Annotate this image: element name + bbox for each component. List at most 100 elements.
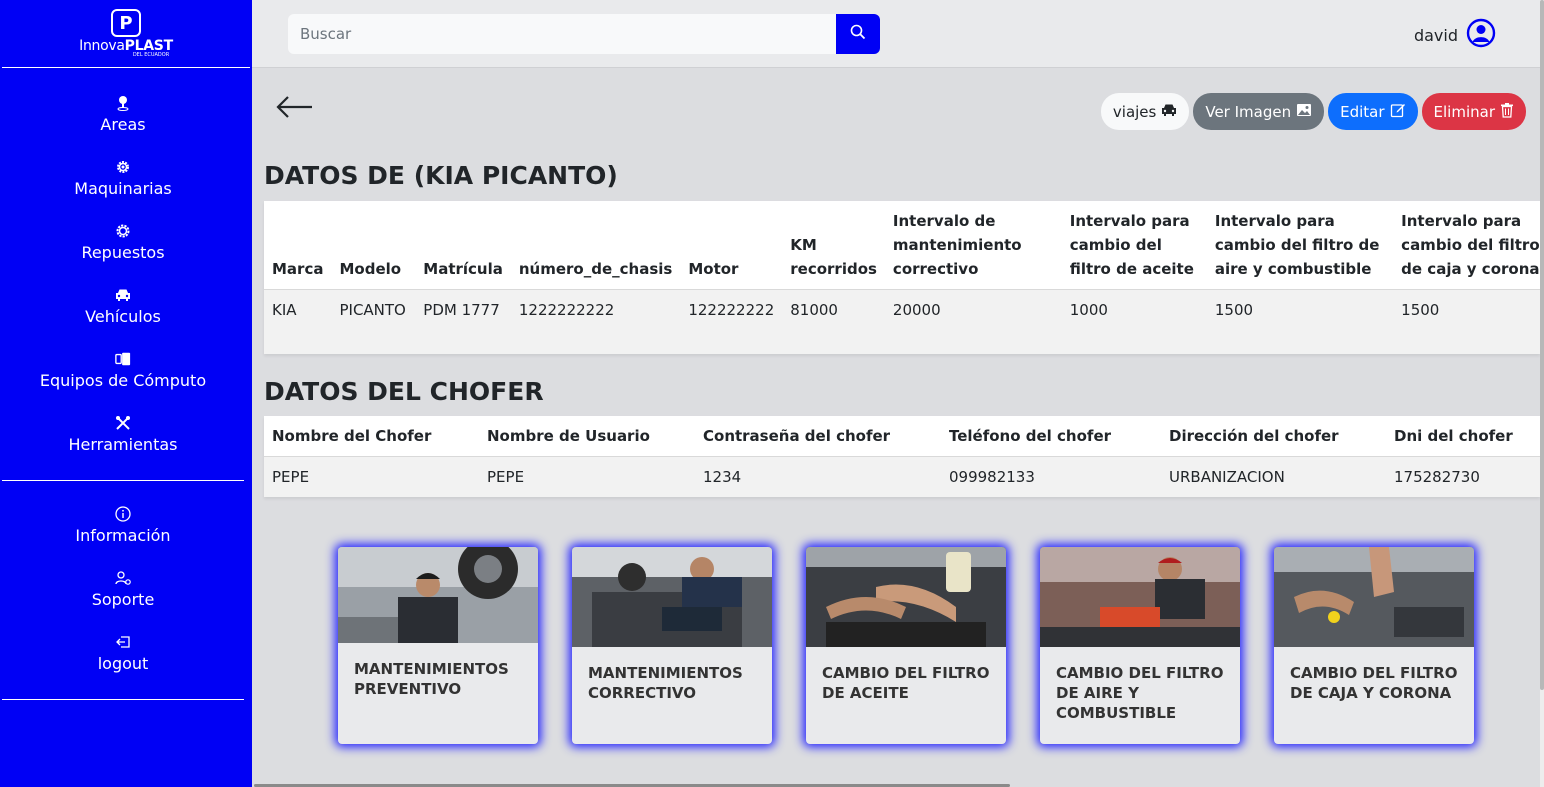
sidebar-item-equipos[interactable]: Equipos de Cómputo [2, 338, 244, 402]
sidebar: P InnovaPLAST DEL ECUADOR Areas Maquinar… [0, 0, 252, 787]
search-input[interactable] [288, 14, 836, 54]
column-header: Dirección del chofer [1169, 427, 1339, 445]
search-button[interactable] [836, 14, 880, 54]
table-cell: PDM 1777 [423, 301, 500, 319]
sidebar-item-label: Vehículos [85, 306, 161, 326]
vehicle-table: Marca Modelo Matrícula número_de_chasis … [264, 201, 1540, 354]
sidebar-item-informacion[interactable]: Información [2, 493, 244, 557]
eliminar-button[interactable]: Eliminar [1421, 93, 1526, 130]
vertical-scrollbar[interactable] [1540, 0, 1544, 690]
card-title: CAMBIO DEL FILTRO DE AIRE Y COMBUSTIBLE [1056, 664, 1224, 722]
table-row: KIA PICANTO PDM 1777 1222222222 12222222… [264, 289, 1540, 330]
table-cell: PEPE [487, 468, 525, 486]
card-cambio-filtro-aceite[interactable]: CAMBIO DEL FILTRO DE ACEITE [806, 547, 1006, 744]
column-header: Marca [272, 260, 324, 278]
column-header: Intervalo para cambio del filtro de acei… [1069, 212, 1194, 278]
eliminar-label: Eliminar [1433, 102, 1495, 121]
card-cambio-filtro-caja[interactable]: CAMBIO DEL FILTRO DE CAJA Y CORONA [1274, 547, 1474, 744]
sidebar-item-herramientas[interactable]: Herramientas [2, 402, 244, 466]
logo[interactable]: P InnovaPLAST DEL ECUADOR [2, 0, 250, 68]
mechanic-photo [338, 547, 538, 643]
table-cell: 175282730 [1394, 468, 1480, 486]
vertical-scrollbar-track [1540, 0, 1544, 787]
table-cell: 1500 [1401, 301, 1440, 319]
column-header: número_de_chasis [518, 260, 673, 278]
search-icon [850, 24, 866, 44]
map-pin-icon [115, 95, 131, 111]
card-mantenimiento-preventivo[interactable]: MANTENIMIENTOS PREVENTIVO [338, 547, 538, 744]
card-cambio-filtro-aire[interactable]: CAMBIO DEL FILTRO DE AIRE Y COMBUSTIBLE [1040, 547, 1240, 744]
table-cell: 1222222222 [518, 301, 615, 319]
table-row: PEPE PEPE 1234 099982133 URBANIZACION 17… [264, 456, 1540, 497]
user-avatar-icon [1466, 18, 1496, 52]
sidebar-item-label: Repuestos [81, 242, 165, 262]
mechanic-photo [1040, 547, 1240, 647]
support-icon [115, 570, 131, 586]
topbar: david [252, 0, 1540, 68]
editar-label: Editar [1340, 102, 1385, 121]
column-header: Teléfono del chofer [949, 427, 1112, 445]
card-title: CAMBIO DEL FILTRO DE ACEITE [822, 664, 990, 702]
column-header: Nombre del Chofer [272, 427, 432, 445]
driver-table: Nombre del Chofer Nombre de Usuario Cont… [264, 416, 1540, 497]
info-icon [115, 505, 131, 522]
column-header: Motor [688, 260, 739, 278]
card-mantenimiento-correctivo[interactable]: MANTENIMIENTOS CORRECTIVO [572, 547, 772, 744]
maintenance-cards: MANTENIMIENTOS PREVENTIVO MANTENIMIENTOS… [338, 547, 1474, 744]
column-header: Contraseña del chofer [703, 427, 891, 445]
sidebar-item-vehiculos[interactable]: Vehículos [2, 274, 244, 338]
main-nav: Areas Maquinarias Repuestos Vehículos Eq… [2, 68, 244, 481]
user-menu[interactable]: david [1414, 18, 1496, 52]
sidebar-item-areas[interactable]: Areas [2, 82, 244, 146]
table-cell: PEPE [272, 468, 310, 486]
secondary-nav: Información Soporte logout [2, 481, 244, 700]
table-cell: 1500 [1214, 301, 1254, 319]
table-cell: 122222222 [688, 301, 775, 319]
car-icon [115, 287, 131, 303]
engine-photo [806, 547, 1006, 647]
gear-icon [115, 159, 131, 175]
sidebar-item-label: Herramientas [68, 434, 178, 454]
table-cell: 81000 [790, 301, 838, 319]
arrow-left-icon [274, 96, 314, 123]
viajes-label: viajes [1112, 102, 1157, 121]
ver-imagen-button[interactable]: Ver Imagen [1193, 93, 1325, 130]
search-bar [288, 14, 880, 54]
table-cell: 20000 [892, 301, 941, 319]
image-icon [1296, 103, 1312, 121]
sidebar-item-label: Información [75, 525, 171, 545]
car-icon [1161, 103, 1177, 121]
table-cell: 1000 [1069, 301, 1108, 319]
sidebar-item-label: logout [97, 653, 149, 673]
main-content: viajes Ver Imagen Editar Eliminar DATOS … [252, 69, 1540, 787]
card-title: MANTENIMIENTOS PREVENTIVO [354, 660, 509, 698]
logout-icon [115, 634, 131, 650]
editar-button[interactable]: Editar [1328, 93, 1418, 130]
table-cell: KIA [272, 301, 297, 319]
back-button[interactable] [274, 95, 314, 119]
viajes-button[interactable]: viajes [1100, 93, 1190, 130]
table-header-row: Marca Modelo Matrícula número_de_chasis … [264, 201, 1540, 290]
sidebar-item-label: Soporte [91, 589, 155, 609]
driver-section-title: DATOS DEL CHOFER [264, 377, 544, 406]
devices-icon [115, 351, 131, 367]
column-header: Nombre de Usuario [487, 427, 650, 445]
card-title: CAMBIO DEL FILTRO DE CAJA Y CORONA [1290, 664, 1458, 702]
table-header-row: Nombre del Chofer Nombre de Usuario Cont… [264, 416, 1540, 457]
sidebar-item-repuestos[interactable]: Repuestos [2, 210, 244, 274]
logo-icon: P [111, 9, 141, 37]
column-header: Dni del chofer [1394, 427, 1513, 445]
sidebar-item-label: Equipos de Cómputo [39, 370, 207, 390]
card-title: MANTENIMIENTOS CORRECTIVO [588, 664, 743, 702]
column-header: Matrícula [423, 260, 503, 278]
logo-subtext: DEL ECUADOR [132, 52, 170, 58]
sidebar-item-label: Maquinarias [74, 178, 172, 198]
trash-icon [1500, 102, 1514, 122]
sidebar-item-logout[interactable]: logout [2, 621, 244, 685]
sidebar-item-maquinarias[interactable]: Maquinarias [2, 146, 244, 210]
table-cell: PICANTO [339, 301, 406, 319]
gear-outline-icon [115, 223, 131, 239]
vehicle-section-title: DATOS DE (KIA PICANTO) [264, 161, 618, 190]
sidebar-item-soporte[interactable]: Soporte [2, 557, 244, 621]
mechanic-photo [572, 547, 772, 647]
